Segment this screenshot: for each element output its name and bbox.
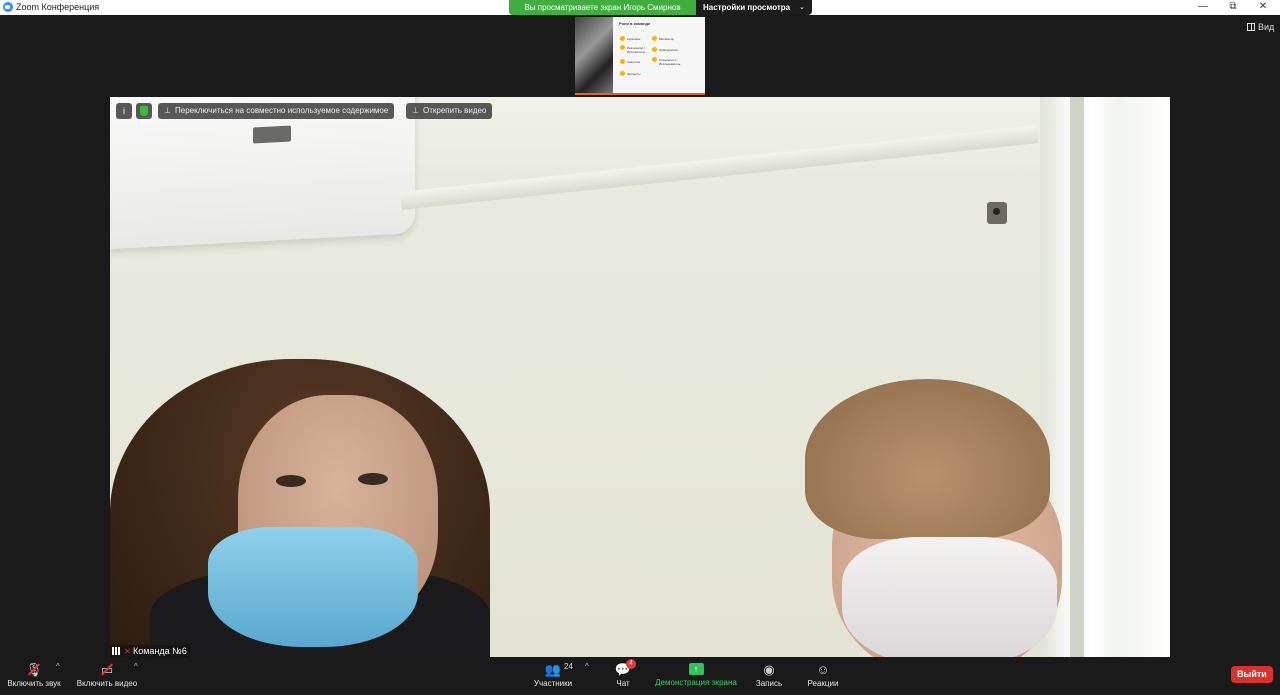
record-button[interactable]: ◉ Запись bbox=[752, 658, 786, 695]
participant-left-mask bbox=[208, 527, 418, 647]
view-button[interactable]: Вид bbox=[1247, 22, 1274, 32]
reactions-label: Реакции bbox=[807, 679, 839, 688]
info-icon[interactable]: i bbox=[116, 103, 132, 119]
audio-options-caret[interactable]: ^ bbox=[56, 662, 60, 671]
close-button[interactable]: ✕ bbox=[1250, 0, 1276, 15]
video-air-conditioner bbox=[110, 97, 415, 249]
restore-button[interactable]: ⧉ bbox=[1220, 0, 1246, 15]
slide-heading: Роли в команде bbox=[619, 21, 651, 26]
unpin-label: Открепить видео bbox=[423, 106, 487, 115]
minimize-button[interactable]: — bbox=[1190, 0, 1216, 15]
video-options-caret[interactable]: ^ bbox=[134, 662, 138, 671]
pin-icon: ⊥ bbox=[164, 106, 171, 115]
start-video-button[interactable]: ▭ Включить видео bbox=[74, 658, 140, 695]
unmute-label: Включить звук bbox=[7, 679, 61, 688]
chat-label: Чат bbox=[616, 679, 630, 688]
zoom-app-icon bbox=[3, 2, 13, 12]
video-window-edge bbox=[1070, 97, 1084, 657]
eye bbox=[276, 475, 306, 487]
unmute-button[interactable]: 🎙 Включить звук bbox=[4, 658, 64, 695]
switch-label: Переключиться на совместно используемое … bbox=[175, 106, 389, 115]
participants-count: 24 bbox=[564, 662, 573, 671]
smiley-icon: ☺ bbox=[816, 662, 830, 677]
record-label: Запись bbox=[755, 679, 783, 688]
leave-meeting-button[interactable]: Выйти bbox=[1231, 666, 1273, 683]
active-speaker-video[interactable]: i ⊥ Переключиться на совместно используем… bbox=[110, 97, 1170, 657]
start-video-label: Включить видео bbox=[76, 679, 138, 688]
chat-unread-badge: 4 bbox=[626, 659, 636, 669]
participant-name: Команда №6 bbox=[133, 646, 187, 656]
share-screen-label: Демонстрация экрана bbox=[655, 678, 737, 687]
microphone-off-icon: 🎙 bbox=[4, 662, 64, 677]
slide-item: Аналитик bbox=[619, 59, 641, 64]
pin-icon: ⊥ bbox=[412, 106, 419, 115]
grid-icon bbox=[1247, 23, 1255, 31]
share-screen-icon: ↑ bbox=[688, 663, 704, 675]
slide-item: Мотиватор bbox=[651, 36, 675, 41]
participant-right-hair bbox=[805, 379, 1050, 539]
signal-strength-icon bbox=[112, 647, 121, 655]
view-label: Вид bbox=[1258, 22, 1275, 32]
window-title: Zoom Конференция bbox=[16, 2, 100, 12]
video-camera-off-icon: ▭ bbox=[74, 662, 140, 677]
shield-icon[interactable] bbox=[136, 103, 152, 119]
video-wall-camera bbox=[987, 202, 1007, 224]
slide-item: Специалист / Исследователь bbox=[652, 57, 689, 66]
switch-to-shared-content-button[interactable]: ⊥ Переключиться на совместно используемое… bbox=[158, 103, 395, 119]
ac-vent bbox=[253, 125, 291, 144]
record-icon: ◉ bbox=[763, 662, 775, 677]
mic-muted-icon: ✕ bbox=[124, 647, 131, 656]
screen-share-banner: Вы просматриваете экран Игорь Смирнов На… bbox=[509, 0, 812, 15]
slide-item: Кураторы bbox=[619, 36, 641, 41]
slide-item: Реализатор / Исполнитель bbox=[620, 45, 655, 54]
participants-label: Участники bbox=[533, 679, 573, 688]
meeting-toolbar: 🎙 Включить звук ^ ▭ Включить видео ^ 👥 У… bbox=[0, 658, 1280, 695]
slide-photo bbox=[575, 17, 613, 93]
sharing-status-text: Вы просматриваете экран Игорь Смирнов bbox=[509, 0, 696, 15]
unpin-video-button[interactable]: ⊥ Открепить видео bbox=[406, 103, 493, 119]
reactions-button[interactable]: ☺ Реакции bbox=[804, 658, 842, 695]
participant-right-mask bbox=[842, 537, 1057, 657]
participant-name-tag: ✕ Команда №6 bbox=[110, 645, 190, 658]
slide-item: Эксперты bbox=[619, 71, 641, 76]
slide-item: Наблюдатель bbox=[652, 47, 678, 52]
participants-options-caret[interactable]: ^ bbox=[585, 662, 589, 671]
eye bbox=[358, 473, 388, 485]
view-options-button[interactable]: Настройки просмотра bbox=[703, 0, 790, 15]
chevron-down-icon[interactable]: ⌄ bbox=[799, 0, 805, 15]
shared-screen-thumbnail[interactable]: Роли в команде Кураторы Реализатор / Исп… bbox=[575, 17, 705, 95]
share-screen-button[interactable]: ↑ Демонстрация экрана bbox=[652, 658, 740, 695]
